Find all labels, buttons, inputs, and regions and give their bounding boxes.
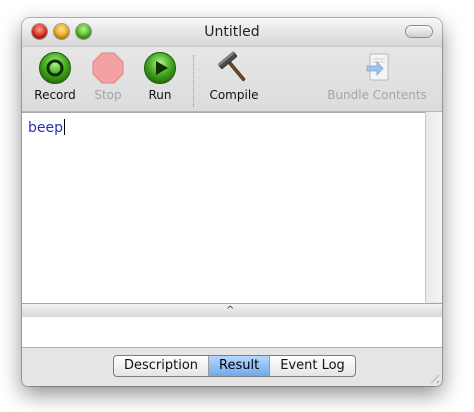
toolbar: Record Stop Run Compile Bundle Contents <box>22 47 442 112</box>
compile-button[interactable]: Compile <box>206 51 262 102</box>
record-label: Record <box>34 88 76 102</box>
view-segmented-control: Description Result Event Log <box>113 355 356 377</box>
tab-event-log[interactable]: Event Log <box>270 356 355 376</box>
bundle-contents-icon <box>366 53 389 81</box>
text-caret <box>64 119 65 135</box>
resize-grip[interactable] <box>427 371 439 383</box>
splitter-handle-icon: ^ <box>226 305 235 316</box>
tab-description[interactable]: Description <box>114 356 210 376</box>
stop-label: Stop <box>94 88 122 102</box>
hammer-icon <box>217 51 246 82</box>
run-icon <box>144 52 176 84</box>
toolbar-separator <box>193 55 194 107</box>
result-pane[interactable] <box>22 317 442 348</box>
stop-icon <box>92 52 124 84</box>
record-button[interactable]: Record <box>34 51 76 102</box>
window-title: Untitled <box>204 24 260 40</box>
script-editor-window: Untitled Record Stop Run Compile Bundle … <box>22 18 442 386</box>
script-content: beep <box>28 120 63 136</box>
bundle-contents-label: Bundle Contents <box>327 88 427 102</box>
record-icon <box>39 52 71 84</box>
script-text[interactable]: beep <box>28 119 65 136</box>
title-bar[interactable]: Untitled <box>22 18 442 47</box>
compile-label: Compile <box>209 88 259 102</box>
bundle-contents-button[interactable]: Bundle Contents <box>324 51 430 102</box>
script-editor[interactable]: beep <box>22 112 425 303</box>
stop-button[interactable]: Stop <box>88 51 128 102</box>
pane-splitter[interactable]: ^ <box>22 303 442 318</box>
tab-result[interactable]: Result <box>209 356 271 376</box>
toolbar-toggle-button[interactable] <box>406 26 432 37</box>
run-label: Run <box>148 88 172 102</box>
run-button[interactable]: Run <box>140 51 180 102</box>
editor-scrollbar[interactable] <box>425 112 442 302</box>
bottom-bar: Description Result Event Log <box>22 348 442 386</box>
